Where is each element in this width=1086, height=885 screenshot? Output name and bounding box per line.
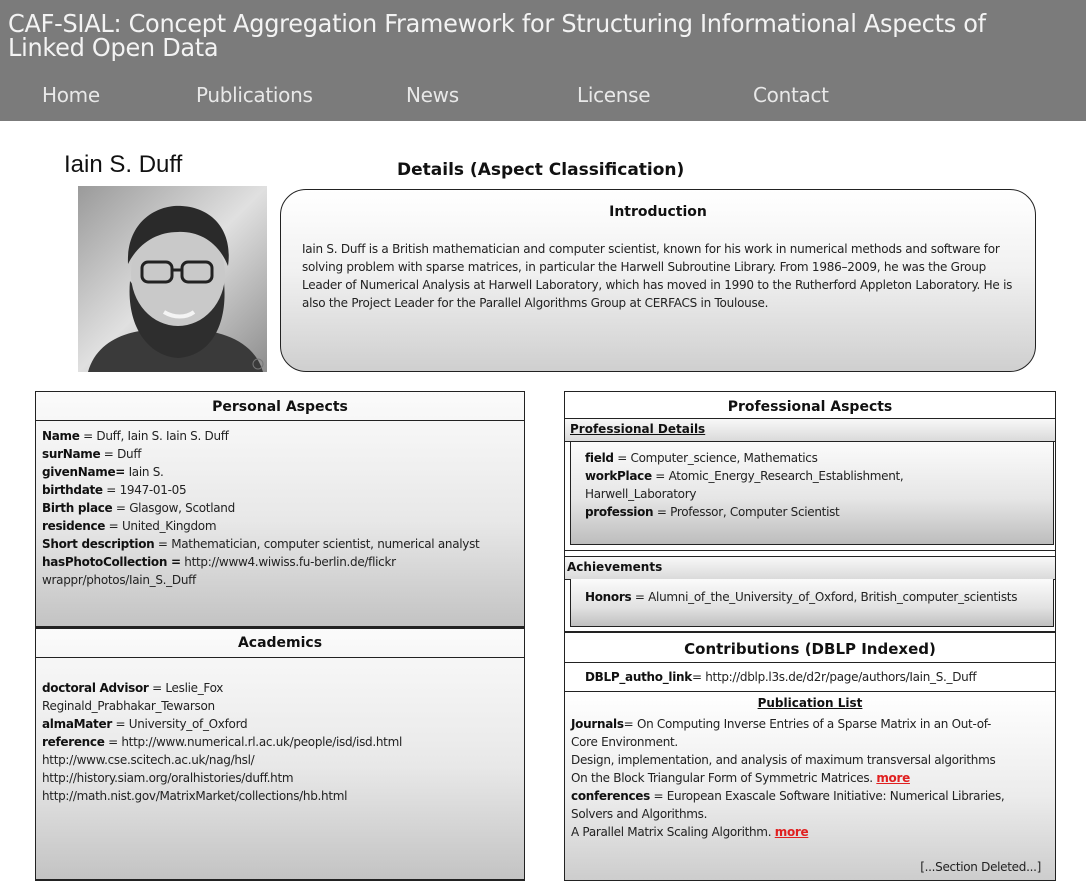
- personal-row-residence: residence = United_Kingdom: [42, 519, 217, 533]
- reference-link[interactable]: http://math.nist.gov/MatrixMarket/collec…: [42, 787, 522, 805]
- portrait-illustration: [78, 186, 267, 372]
- nav-license[interactable]: License: [577, 83, 651, 107]
- academics-title: Academics: [237, 635, 323, 651]
- academics-panel: Academics doctoral Advisor = Leslie_Fox …: [35, 627, 525, 881]
- prof-row-workplace: workPlace = Atomic_Energy_Research_Estab…: [585, 469, 904, 483]
- professional-aspects-title: Professional Aspects: [727, 399, 893, 415]
- prof-row-workplace-2: Harwell_Laboratory: [585, 487, 697, 501]
- nav-home[interactable]: Home: [42, 83, 100, 107]
- section-deleted-note: [...Section Deleted...]: [920, 860, 1041, 874]
- achievements-box: Honors = Alumni_of_the_University_of_Oxf…: [570, 579, 1054, 627]
- contributions-title: Contributions (DBLP Indexed): [684, 640, 936, 658]
- publication-list-title: Publication List: [757, 696, 863, 710]
- achievements-header: Achievements: [565, 556, 1055, 580]
- personal-row-short-description: Short description = Mathematician, compu…: [42, 537, 480, 551]
- journals-row-4: On the Block Triangular Form of Symmetri…: [571, 771, 910, 785]
- professional-details-title: Professional Details: [570, 422, 706, 436]
- journals-row: Journals= On Computing Inverse Entries o…: [571, 717, 992, 731]
- panel-divider: [35, 879, 525, 881]
- academics-row-alma-mater: almaMater = University_of_Oxford: [42, 717, 248, 731]
- professional-details-header: Professional Details: [565, 419, 1055, 442]
- introduction-title: Introduction: [609, 204, 707, 220]
- panel-divider: [36, 420, 524, 421]
- journals-row-2: Core Environment.: [571, 735, 678, 749]
- academics-row-advisor: doctoral Advisor = Leslie_Fox: [42, 681, 224, 695]
- personal-row-surname: surName = Duff: [42, 447, 142, 461]
- personal-aspects-panel: Personal Aspects Name = Duff, Iain S. Ia…: [35, 391, 525, 627]
- panel-divider: [565, 662, 1055, 663]
- site-header: CAF-SIAL: Concept Aggregation Framework …: [0, 0, 1086, 121]
- personal-row-birthdate: birthdate = 1947-01-05: [42, 483, 187, 497]
- conferences-row-2: Solvers and Algorithms.: [571, 807, 708, 821]
- professional-details-box: field = Computer_science, Mathematics wo…: [570, 442, 1054, 545]
- dblp-link-row: DBLP_autho_link= http://dblp.l3s.de/d2r/…: [585, 670, 977, 684]
- reference-link[interactable]: http://www.cse.scitech.ac.uk/nag/hsl/: [42, 751, 522, 769]
- professional-details-list: field = Computer_science, Mathematics wo…: [585, 449, 1045, 521]
- prof-row-profession: profession = Professor, Computer Scienti…: [585, 505, 840, 519]
- academics-list: doctoral Advisor = Leslie_Fox Reginald_P…: [42, 679, 522, 805]
- publication-list: Journals= On Computing Inverse Entries o…: [571, 715, 1051, 841]
- contributions-panel: Contributions (DBLP Indexed) DBLP_autho_…: [564, 632, 1056, 881]
- panel-divider: [565, 550, 1055, 551]
- site-title: CAF-SIAL: Concept Aggregation Framework …: [8, 9, 986, 62]
- achievements-title: Achievements: [567, 560, 663, 574]
- reference-link[interactable]: http://www.numerical.rl.ac.uk/people/isd…: [121, 735, 402, 749]
- reference-link[interactable]: http://history.siam.org/oralhistories/du…: [42, 769, 522, 787]
- person-photo: [78, 186, 267, 372]
- prof-row-field: field = Computer_science, Mathematics: [585, 451, 818, 465]
- dblp-link[interactable]: http://dblp.l3s.de/d2r/page/authors/Iain…: [705, 670, 976, 684]
- academics-row-advisor-2: Reginald_Prabhakar_Tewarson: [42, 699, 215, 713]
- main-nav: Home Publications News License Contact: [0, 83, 1086, 113]
- publication-list-box: Publication List Journals= On Computing …: [565, 692, 1055, 880]
- personal-row-givenname: givenName= Iain S.: [42, 465, 164, 479]
- conferences-more-link[interactable]: more: [775, 825, 809, 839]
- introduction-text: Iain S. Duff is a British mathematician …: [302, 242, 1013, 310]
- conferences-row-3: A Parallel Matrix Scaling Algorithm. mor…: [571, 825, 809, 839]
- personal-row-birthplace: Birth place = Glasgow, Scotland: [42, 501, 235, 515]
- conferences-row: conferences = European Exascale Software…: [571, 789, 1005, 803]
- journals-row-3: Design, implementation, and analysis of …: [571, 753, 996, 767]
- personal-row-photo-collection: hasPhotoCollection = http://www4.wiwiss.…: [42, 555, 396, 587]
- panel-divider: [36, 657, 524, 658]
- journals-more-link[interactable]: more: [876, 771, 910, 785]
- panel-divider: [35, 627, 525, 629]
- nav-publications[interactable]: Publications: [196, 83, 313, 107]
- nav-news[interactable]: News: [406, 83, 459, 107]
- nav-contact[interactable]: Contact: [753, 83, 829, 107]
- person-name: Iain S. Duff: [64, 151, 183, 178]
- details-title: Details (Aspect Classification): [397, 160, 685, 180]
- personal-aspects-title: Personal Aspects: [212, 399, 348, 415]
- professional-aspects-panel: Professional Aspects Professional Detail…: [564, 391, 1056, 632]
- academics-row-reference: reference = http://www.numerical.rl.ac.u…: [42, 735, 403, 749]
- introduction-box: Introduction Iain S. Duff is a British m…: [280, 189, 1036, 372]
- personal-row-name: Name = Duff, Iain S. Iain S. Duff: [42, 429, 229, 443]
- achievements-honors: Honors = Alumni_of_the_University_of_Oxf…: [585, 590, 1018, 604]
- personal-aspects-list: Name = Duff, Iain S. Iain S. Duff surNam…: [42, 427, 522, 589]
